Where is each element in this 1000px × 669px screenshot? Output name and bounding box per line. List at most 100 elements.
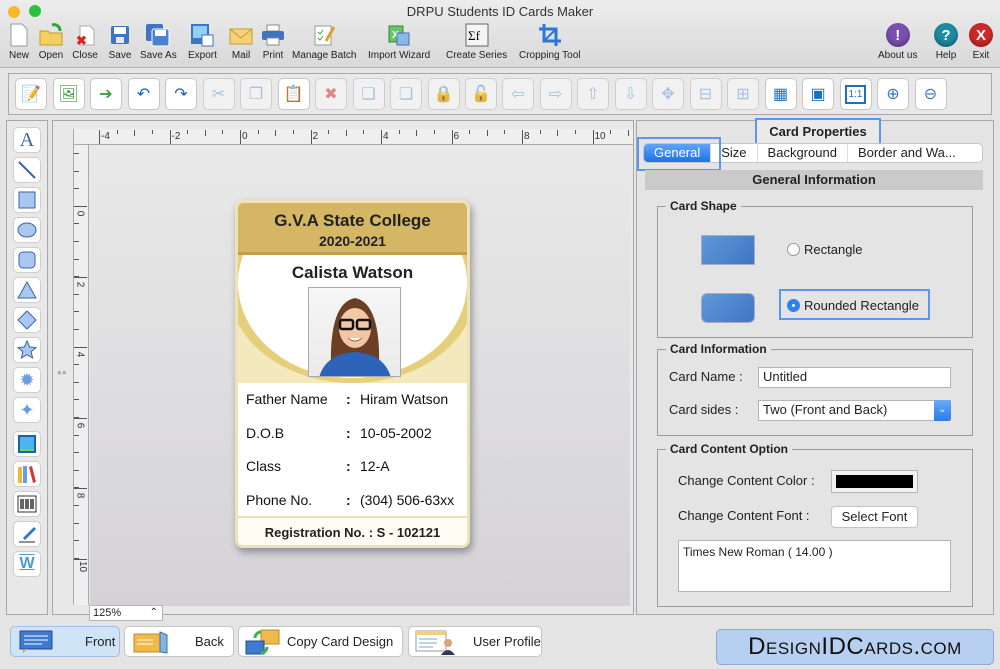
redo-button[interactable]: ↷: [165, 78, 197, 110]
rounded-rectangle-radio[interactable]: Rounded Rectangle: [787, 298, 919, 313]
save-as-label: Save As: [140, 50, 177, 61]
save-button[interactable]: Save: [107, 22, 133, 61]
horizontal-ruler: -4 -2 0 2 4 6 8 10: [73, 129, 647, 145]
burst-tool[interactable]: ✹: [13, 367, 41, 393]
crop-icon: [537, 22, 563, 48]
save-as-icon: [145, 22, 171, 48]
ruler-minor-tick: [345, 130, 347, 136]
create-series-button[interactable]: Σf Create Series: [446, 22, 507, 61]
center-button[interactable]: ✥: [652, 78, 684, 110]
triangle-tool[interactable]: [13, 277, 41, 303]
export-image-icon: ➔: [99, 86, 113, 103]
signature-tool[interactable]: [13, 521, 41, 547]
text-tool[interactable]: A: [13, 127, 41, 153]
star-tool[interactable]: [13, 337, 41, 363]
edit-properties-button[interactable]: 📝: [15, 78, 47, 110]
select-font-button[interactable]: Select Font: [831, 506, 918, 528]
about-us-button[interactable]: ! About us: [878, 22, 917, 61]
edit-properties-icon: 📝: [21, 86, 41, 103]
copy-card-design-button[interactable]: Copy Card Design: [238, 626, 403, 657]
font-info-display: Times New Roman ( 14.00 ): [678, 540, 951, 592]
open-button[interactable]: Open: [38, 22, 64, 61]
help-button[interactable]: ? Help: [933, 22, 959, 61]
close-button[interactable]: ✖ Close: [72, 22, 98, 61]
actual-size-button[interactable]: 1:1: [839, 78, 872, 110]
exit-button[interactable]: X Exit: [968, 22, 994, 61]
panel-splitter-handle[interactable]: ●●: [57, 368, 67, 377]
brand-watermark: DesignIDCards.com: [716, 629, 994, 665]
barcode-tool[interactable]: [13, 491, 41, 517]
zoom-out-button[interactable]: ⊖: [914, 78, 947, 110]
import-wizard-button[interactable]: X Import Wizard: [368, 22, 430, 61]
content-color-label: Change Content Color :: [678, 473, 815, 488]
print-button[interactable]: Print: [260, 22, 286, 61]
mail-button[interactable]: Mail: [228, 22, 254, 61]
move-right-button[interactable]: ⇨: [539, 78, 572, 110]
manage-batch-button[interactable]: Manage Batch: [292, 22, 357, 61]
paste-button[interactable]: 📋: [277, 78, 310, 110]
rectangle-radio[interactable]: Rectangle: [787, 242, 863, 257]
ruler-minor-tick: [116, 130, 118, 134]
move-down-button[interactable]: ⇩: [614, 78, 647, 110]
ruler-h-label: 10: [594, 131, 606, 142]
diamond-tool[interactable]: [13, 307, 41, 333]
move-up-button[interactable]: ⇧: [577, 78, 609, 110]
watermark-tool[interactable]: W: [13, 551, 41, 577]
lock-button[interactable]: 🔒: [427, 78, 460, 110]
align-horizontal-center-button[interactable]: ⊞: [727, 78, 759, 110]
image-tool[interactable]: [13, 431, 41, 457]
front-button[interactable]: Front: [10, 626, 120, 657]
zoom-selector[interactable]: 125% ⌃: [89, 605, 163, 621]
rounded-rectangle-tool[interactable]: [13, 247, 41, 273]
ruler-button[interactable]: ▣: [802, 78, 834, 110]
open-label: Open: [38, 50, 64, 61]
delete-button[interactable]: ✖: [315, 78, 347, 110]
student-photo[interactable]: [308, 287, 401, 377]
tab-background[interactable]: Background: [758, 144, 848, 162]
insert-image-button[interactable]: 🖼: [52, 78, 85, 110]
export-label: Export: [188, 50, 217, 61]
zoom-in-button[interactable]: ⊕: [877, 78, 909, 110]
move-up-icon: ⇧: [586, 86, 600, 103]
rectangle-shape-preview[interactable]: [701, 235, 755, 265]
mail-label: Mail: [231, 50, 251, 61]
unlock-button[interactable]: 🔓: [465, 78, 497, 110]
tab-border-and-watermark[interactable]: Border and Wa...: [848, 144, 966, 162]
send-to-back-button[interactable]: ❏: [390, 78, 422, 110]
copy-button[interactable]: ❐: [240, 78, 272, 110]
id-card-front[interactable]: G.V.A State College 2020-2021 Calista Wa…: [235, 200, 470, 548]
radio-icon: [787, 243, 800, 256]
library-tool[interactable]: [13, 461, 41, 487]
content-color-picker[interactable]: [831, 470, 918, 493]
undo-button[interactable]: ↶: [127, 78, 160, 110]
rectangle-label: Rectangle: [804, 242, 863, 257]
cropping-tool-label: Cropping Tool: [519, 50, 581, 61]
brand-text: DesignIDCards.com: [748, 633, 962, 660]
back-button[interactable]: Back: [124, 626, 234, 657]
user-profile-button[interactable]: User Profile: [408, 626, 542, 657]
undo-icon: ↶: [136, 86, 151, 103]
align-vertical-center-button[interactable]: ⊟: [689, 78, 722, 110]
ellipse-tool[interactable]: [13, 217, 41, 243]
export-image-button[interactable]: ➔: [90, 78, 122, 110]
ruler-minor-tick: [74, 522, 79, 524]
ruler-minor-tick: [398, 130, 400, 134]
cut-button[interactable]: ✂: [202, 78, 235, 110]
card-sides-select[interactable]: Two (Front and Back) ⌄: [758, 400, 951, 421]
create-series-label: Create Series: [446, 50, 508, 61]
about-us-label: About us: [878, 50, 918, 61]
ruler-minor-tick: [74, 364, 79, 366]
move-left-button[interactable]: ⇦: [502, 78, 534, 110]
rectangle-tool[interactable]: [13, 187, 41, 213]
image-icon: [18, 435, 36, 453]
new-button[interactable]: New: [6, 22, 32, 61]
rounded-rectangle-shape-preview[interactable]: [701, 293, 755, 323]
bring-to-front-button[interactable]: ❏: [352, 78, 385, 110]
line-tool[interactable]: [13, 157, 41, 183]
cropping-tool-button[interactable]: Cropping Tool: [519, 22, 581, 61]
four-point-star-tool[interactable]: ✦: [13, 397, 41, 423]
save-as-button[interactable]: Save As: [140, 22, 177, 61]
grid-button[interactable]: ▦: [764, 78, 797, 110]
export-button[interactable]: Export: [188, 22, 217, 61]
card-name-input[interactable]: Untitled: [758, 367, 951, 388]
